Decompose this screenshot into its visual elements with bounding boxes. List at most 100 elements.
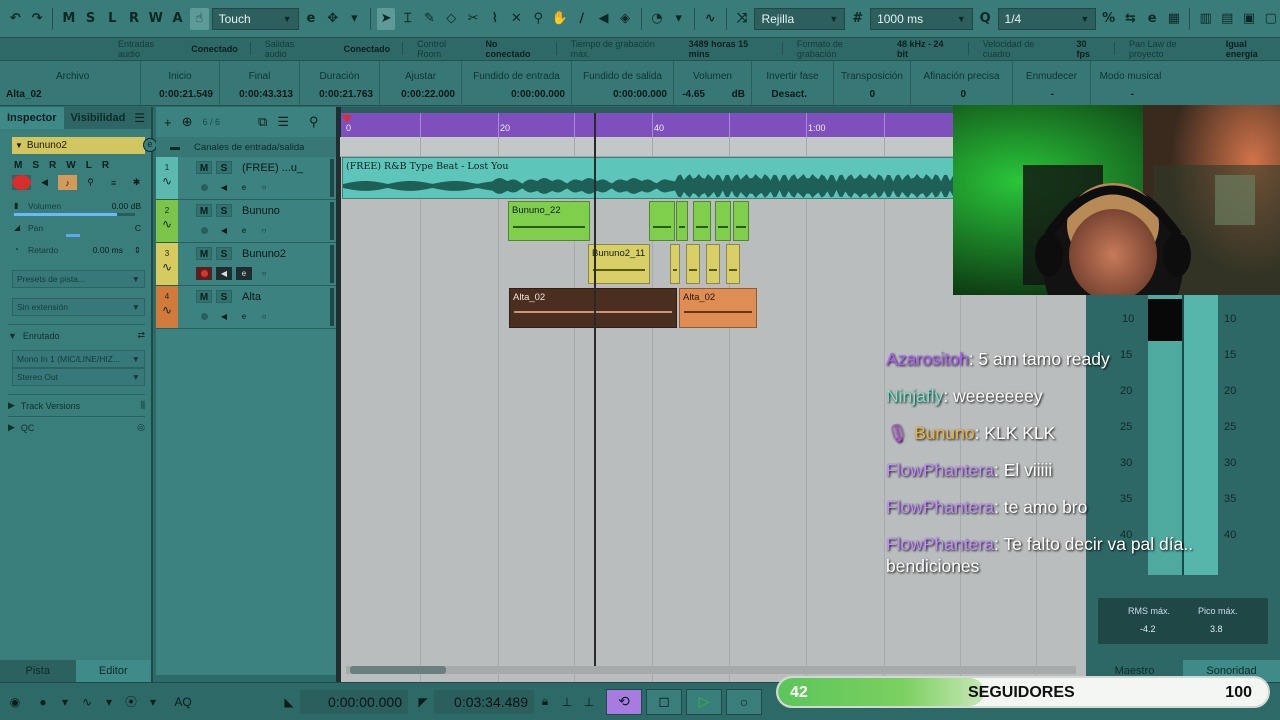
audio-clip[interactable] [693,201,711,241]
info-start[interactable]: Inicio 0:00:21.549 [140,61,219,107]
asterisk-icon[interactable]: ✱ [127,175,146,190]
mute-button[interactable]: M [196,161,212,174]
versions-icon[interactable]: ⫼ [141,400,145,411]
mode-w-button[interactable]: W [146,8,165,30]
glue-icon[interactable]: ⌇ [485,8,504,30]
track-row[interactable]: 3 ∿ M S Bununo2 ◀ e ○ [156,243,336,286]
sync-icon[interactable]: ⇆ [1121,8,1140,30]
audio-clip[interactable]: Alta_02 [679,288,757,328]
qc-icon[interactable]: ◎ [137,422,145,433]
track-name[interactable]: Bununo2 [242,248,286,260]
write-button[interactable]: W [66,160,75,171]
track-versions-section[interactable]: ▶ Track Versions ⫼ [8,394,145,416]
play-button[interactable]: ▷ [686,688,722,715]
solo-button[interactable]: S [216,247,232,260]
eraser-icon[interactable]: ◇ [442,8,461,30]
automation-mode-dropdown[interactable]: Touch ▼ [211,7,299,30]
info-mute[interactable]: Enmudecer - [1012,61,1090,107]
record-button[interactable]: ○ [726,688,762,715]
audio-clip[interactable] [686,244,700,284]
info-file[interactable]: Archivo Alta_02 [0,61,140,107]
edit-icon[interactable]: e [1143,8,1162,30]
track-name[interactable]: Bununo [242,205,280,217]
cycle-button[interactable]: ⟲ [606,688,642,715]
pan-slider[interactable] [66,234,80,237]
record-arm-icon[interactable] [196,267,212,280]
range-icon[interactable]: ⌶ [398,8,417,30]
tab-visibility[interactable]: Visibilidad [64,107,133,129]
delay-row[interactable]: ◔ Retardo 0.00 ms ⇕ [12,240,145,262]
mode-l-button[interactable]: L [103,8,122,30]
audio-clip[interactable] [706,244,720,284]
scrollbar-thumb[interactable] [350,666,446,674]
playhead-cursor[interactable] [594,113,596,673]
mode-a-button[interactable]: A [168,8,187,30]
pan-row[interactable]: ◢ Pan C [12,218,145,240]
mode-s-button[interactable]: S [81,8,100,30]
snap-toggle-icon[interactable]: ∿ [701,8,720,30]
tab-track[interactable]: Pista [0,660,76,682]
left-locator-icon[interactable]: ◣ [278,691,300,713]
edit-channel-icon[interactable]: e [143,138,157,152]
chevron-down-icon[interactable]: ▾ [142,691,164,713]
mute-button[interactable]: M [196,290,212,303]
waveform-icon[interactable]: ∿ [76,691,98,713]
chevron-down-icon[interactable]: ▾ [54,691,76,713]
play-tool-icon[interactable]: ◀ [594,8,613,30]
info-fadein[interactable]: Fundido de entrada 0:00:00.000 [461,61,571,107]
chevron-down-icon[interactable]: ▾ [98,691,120,713]
solo-button[interactable]: S [216,204,232,217]
touch-icon[interactable]: ☝ [189,7,209,30]
record-arm-icon[interactable] [196,224,212,237]
info-finetune[interactable]: Afinación precisa 0 [910,61,1012,107]
freeze-icon[interactable]: ♪ [58,175,77,190]
record-arm-icon[interactable] [196,310,212,323]
snap-type-icon[interactable]: ⤨ [733,8,752,30]
right-locator-icon[interactable]: ◤ [412,691,434,713]
info-offset[interactable]: Ajustar 0:00:22.000 [379,61,461,107]
track-visibility-icon[interactable]: ⧉ [258,114,267,130]
performance-icon[interactable]: ◉ [4,691,26,713]
hand-icon[interactable]: ✋ [551,8,570,30]
audio-clip[interactable]: Bununo2_11 [588,244,650,284]
track-row[interactable]: 4 ∿ M S Alta ◀ e ○ [156,286,336,329]
qc-section[interactable]: ▶ QC ◎ [8,416,145,438]
folder-track[interactable]: ▬ Canales de entrada/salida [156,137,336,157]
aq-icon[interactable]: AQ [172,691,194,713]
calendar-icon[interactable]: ▦ [1165,8,1184,30]
scissors-icon[interactable]: ✂ [464,8,483,30]
add-track-type-icon[interactable]: ⊕ [182,114,193,130]
quantize-icon[interactable]: Q [976,8,995,30]
info-fadeout[interactable]: Fundido de salida 0:00:00.000 [571,61,673,107]
mute-button[interactable]: M [14,160,22,171]
lock-icon[interactable]: 🔒︎ [534,691,556,713]
mute-button[interactable]: M [196,247,212,260]
layout-left-icon[interactable]: ▥ [1196,8,1215,30]
audio-clip[interactable] [733,201,749,241]
track-row[interactable]: 2 ∿ M S Bununo ◀ e ○ [156,200,336,243]
quantize-dropdown[interactable]: 1/4 ▼ [997,7,1097,30]
audio-clip[interactable] [715,201,731,241]
punch-out-icon[interactable]: ⊥ [578,691,600,713]
info-invert[interactable]: Invertir fase Desact. [751,61,833,107]
timebase-icon[interactable]: ○ [256,267,272,280]
inspector-track-header[interactable]: ▼ Bununo2 e [12,137,157,154]
grid-icon[interactable]: # [848,8,867,30]
lock-icon[interactable]: ⚲ [81,175,100,190]
delay-spin-icon[interactable]: ⇕ [134,245,141,256]
volume-slider[interactable] [14,213,135,216]
info-musical[interactable]: Modo musical - [1090,61,1170,107]
volume-row[interactable]: ▮ Volumen 0.00 dB [12,196,145,218]
stop-button[interactable]: ◻ [646,688,682,715]
info-volume[interactable]: Volumen -4.65 dB [673,61,751,107]
read-button[interactable]: R [49,160,56,171]
solo-button[interactable]: S [216,161,232,174]
nudge-dropdown[interactable]: 1000 ms ▼ [870,7,973,30]
monitor-icon[interactable]: ◀ [216,310,232,323]
info-end[interactable]: Final 0:00:43.313 [219,61,299,107]
speech-icon[interactable]: ◔ [648,8,667,30]
extension-dropdown[interactable]: Sin extensión ▼ [12,298,145,316]
monitor-icon[interactable]: ◀ [216,224,232,237]
solo-button[interactable]: S [216,290,232,303]
mute-button[interactable]: M [196,204,212,217]
